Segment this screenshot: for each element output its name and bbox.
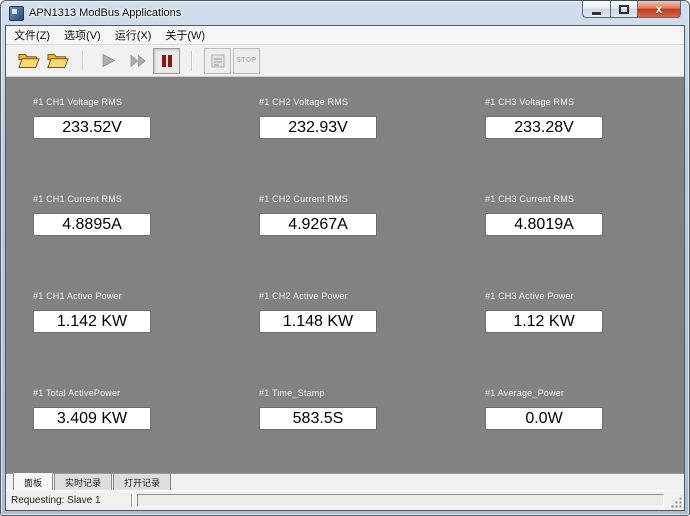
toolbar-separator bbox=[82, 51, 84, 71]
gauge-label: #1 CH3 Current RMS bbox=[485, 194, 684, 204]
gauge-label: #1 Total ActivePower bbox=[33, 388, 232, 398]
record-button[interactable] bbox=[204, 48, 231, 74]
status-bar: Requesting: Slave 1 bbox=[6, 490, 684, 510]
maximize-button[interactable] bbox=[610, 0, 637, 18]
gauge-value-display: 4.9267A bbox=[259, 213, 377, 236]
gauge-ch3-voltage: #1 CH3 Voltage RMS 233.28V bbox=[458, 83, 684, 180]
gauge-label: #1 CH1 Current RMS bbox=[33, 194, 232, 204]
fast-run-button[interactable] bbox=[124, 48, 151, 74]
client-area: 文件(Z) 选项(V) 运行(X) 关于(W) bbox=[5, 25, 685, 511]
gauge-value-display: 232.93V bbox=[259, 116, 377, 139]
run-button[interactable] bbox=[95, 48, 122, 74]
folder-open-icon bbox=[47, 52, 69, 69]
open-file-button[interactable] bbox=[15, 48, 42, 74]
titlebar[interactable]: APN1313 ModBus Applications x bbox=[5, 1, 685, 25]
status-message: Requesting: Slave 1 bbox=[11, 495, 129, 506]
window-title: APN1313 ModBus Applications bbox=[29, 7, 181, 19]
gauge-label: #1 CH3 Voltage RMS bbox=[485, 97, 684, 107]
minimize-button[interactable] bbox=[582, 0, 610, 18]
gauge-value-display: 0.0W bbox=[485, 407, 603, 430]
gauge-ch1-active-power: #1 CH1 Active Power 1.142 KW bbox=[6, 277, 232, 374]
gauge-label: #1 CH1 Active Power bbox=[33, 291, 232, 301]
gauge-value-display: 583.5S bbox=[259, 407, 377, 430]
gauge-value-display: 4.8019A bbox=[485, 213, 603, 236]
gauge-ch2-current: #1 CH2 Current RMS 4.9267A bbox=[232, 180, 458, 277]
gauge-time-stamp: #1 Time_Stamp 583.5S bbox=[232, 374, 458, 471]
gauge-average-power: #1 Average_Power 0.0W bbox=[458, 374, 684, 471]
menu-item-about[interactable]: 关于(W) bbox=[158, 25, 212, 46]
gauge-ch2-voltage: #1 CH2 Voltage RMS 232.93V bbox=[232, 83, 458, 180]
pause-button[interactable] bbox=[153, 48, 180, 74]
gauge-label: #1 CH2 Current RMS bbox=[259, 194, 458, 204]
gauge-label: #1 CH2 Voltage RMS bbox=[259, 97, 458, 107]
play-icon bbox=[101, 53, 116, 68]
gauge-value-display: 233.28V bbox=[485, 116, 603, 139]
gauge-ch2-active-power: #1 CH2 Active Power 1.148 KW bbox=[232, 277, 458, 374]
gauge-label: #1 CH3 Active Power bbox=[485, 291, 684, 301]
fast-forward-icon bbox=[130, 54, 146, 68]
menu-item-run[interactable]: 运行(X) bbox=[108, 25, 159, 46]
dashboard-panel: #1 CH1 Voltage RMS 233.52V #1 CH2 Voltag… bbox=[6, 77, 684, 473]
status-divider bbox=[131, 494, 133, 507]
gauge-value-display: 1.142 KW bbox=[33, 310, 151, 333]
record-icon bbox=[210, 53, 226, 69]
gauge-ch1-voltage: #1 CH1 Voltage RMS 233.52V bbox=[6, 83, 232, 180]
folder-open-icon bbox=[18, 52, 40, 69]
gauge-value-display: 1.12 KW bbox=[485, 310, 603, 333]
gauge-label: #1 Average_Power bbox=[485, 388, 684, 398]
gauge-ch3-active-power: #1 CH3 Active Power 1.12 KW bbox=[458, 277, 684, 374]
gauge-ch1-current: #1 CH1 Current RMS 4.8895A bbox=[6, 180, 232, 277]
stop-icon: STOP bbox=[236, 57, 257, 64]
close-button[interactable]: x bbox=[637, 0, 681, 18]
gauge-value-display: 4.8895A bbox=[33, 213, 151, 236]
gauge-label: #1 CH1 Voltage RMS bbox=[33, 97, 232, 107]
status-progress-area bbox=[137, 494, 664, 507]
app-window: APN1313 ModBus Applications x 文件(Z) 选项(V… bbox=[0, 0, 690, 516]
gauge-value-display: 233.52V bbox=[33, 116, 151, 139]
bottom-tab-bar: 面板 实时记录 打开记录 bbox=[6, 473, 684, 490]
gauge-label: #1 CH2 Active Power bbox=[259, 291, 458, 301]
maximize-icon bbox=[619, 5, 629, 14]
stop-button[interactable]: STOP bbox=[233, 48, 260, 74]
menu-bar: 文件(Z) 选项(V) 运行(X) 关于(W) bbox=[6, 26, 684, 45]
gauge-total-active-power: #1 Total ActivePower 3.409 KW bbox=[6, 374, 232, 471]
app-icon bbox=[9, 6, 24, 21]
open-record-button[interactable] bbox=[44, 48, 71, 74]
gauge-ch3-current: #1 CH3 Current RMS 4.8019A bbox=[458, 180, 684, 277]
menu-item-file[interactable]: 文件(Z) bbox=[7, 25, 57, 46]
gauge-value-display: 3.409 KW bbox=[33, 407, 151, 430]
gauge-label: #1 Time_Stamp bbox=[259, 388, 458, 398]
minimize-icon bbox=[592, 12, 601, 15]
window-controls: x bbox=[582, 0, 681, 18]
toolbar-separator bbox=[191, 51, 193, 71]
menu-item-options[interactable]: 选项(V) bbox=[57, 25, 108, 46]
gauge-value-display: 1.148 KW bbox=[259, 310, 377, 333]
pause-icon bbox=[160, 54, 174, 68]
resize-grip-icon[interactable] bbox=[670, 496, 683, 509]
toolbar: STOP bbox=[6, 45, 684, 77]
close-icon: x bbox=[656, 3, 663, 15]
